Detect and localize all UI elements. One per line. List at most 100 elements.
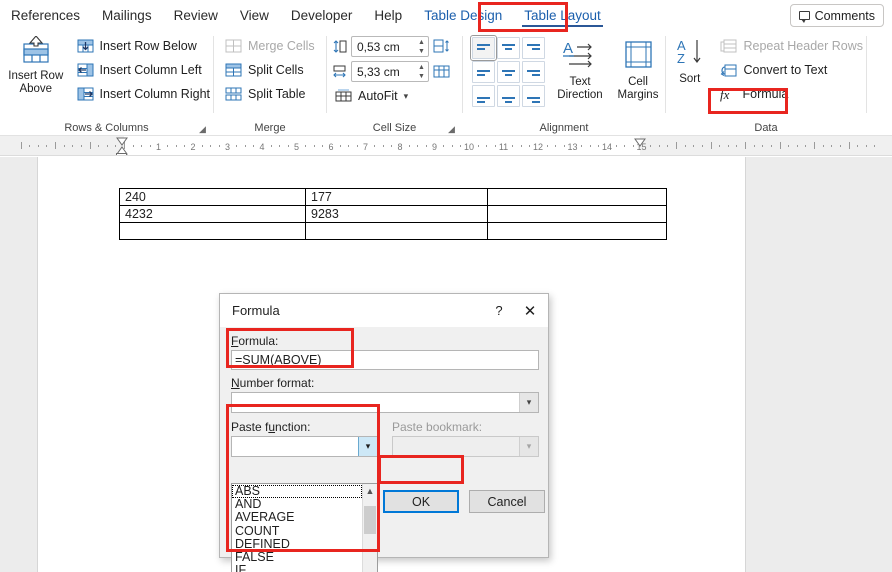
insert-column-left-button[interactable]: Insert Column Left	[74, 58, 213, 82]
distribute-columns-icon[interactable]	[433, 64, 450, 79]
distribute-rows-icon[interactable]	[433, 39, 450, 54]
ruler-minor-tick	[313, 145, 315, 147]
paste-function-chevron-down-icon[interactable]: ▾	[358, 437, 377, 456]
sort-button[interactable]: A Z Sort	[672, 34, 707, 86]
split-cells-label: Split Cells	[248, 63, 304, 77]
tab-table-design[interactable]: Table Design	[415, 4, 511, 27]
align-top-right-button[interactable]	[522, 37, 545, 59]
merge-cells-button: Merge Cells	[222, 34, 318, 58]
column-width-spin-up[interactable]: ▲	[418, 63, 425, 72]
ruler-tick-label: 2	[190, 142, 196, 152]
tab-help[interactable]: Help	[365, 4, 411, 27]
tab-view[interactable]: View	[231, 4, 278, 27]
table-cell[interactable]: 4232	[119, 205, 306, 223]
align-center-button[interactable]	[497, 61, 520, 83]
tab-table-layout[interactable]: Table Layout	[515, 4, 610, 27]
paste-function-label-pre: Paste f	[231, 420, 269, 434]
table-row[interactable]: 240 177	[119, 188, 667, 206]
align-center-left-button[interactable]	[472, 61, 495, 83]
insert-column-right-icon	[77, 87, 94, 102]
text-direction-button[interactable]: A Text Direction	[553, 37, 607, 103]
ok-button[interactable]: OK	[383, 490, 459, 513]
autofit-button[interactable]: AutoFit ▾	[332, 84, 450, 108]
paste-function-combo[interactable]: ▾	[231, 436, 378, 457]
row-height-spin-arrows[interactable]: ▲ ▼	[415, 37, 428, 56]
ruler-minor-tick	[477, 145, 479, 147]
ruler-minor-tick	[287, 145, 289, 147]
align-bottom-center-button[interactable]	[497, 85, 520, 107]
row-height-spinbox[interactable]: 0,53 cm ▲ ▼	[351, 36, 429, 57]
left-indent-marker[interactable]	[116, 153, 127, 155]
comment-bubble-icon	[798, 11, 810, 23]
cell-margins-button[interactable]: Cell Margins	[611, 37, 665, 103]
ruler-minor-tick	[37, 145, 39, 147]
close-icon[interactable]: ✕	[512, 302, 548, 320]
function-option[interactable]: IF	[232, 563, 362, 572]
number-format-combo[interactable]: ▾	[231, 392, 539, 413]
function-option[interactable]: AVERAGE	[232, 511, 362, 524]
split-cells-button[interactable]: Split Cells	[222, 58, 318, 82]
formula-dialog[interactable]: Formula ? ✕ Formula: =SUM(ABOVE) Number …	[219, 293, 549, 572]
dropdown-scrollbar[interactable]: ▲ ▼	[362, 484, 377, 572]
ruler-minor-tick	[348, 145, 350, 147]
tab-review[interactable]: Review	[165, 4, 227, 27]
table-cell[interactable]: 9283	[305, 205, 488, 223]
word-table[interactable]: 240 177 4232 9283	[119, 188, 667, 240]
table-cell[interactable]	[487, 205, 667, 223]
ruler-minor-tick	[822, 145, 824, 147]
insert-row-below-button[interactable]: Insert Row Below	[74, 34, 213, 58]
table-row[interactable]: 4232 9283	[119, 205, 667, 223]
row-height-spin-down[interactable]: ▼	[418, 47, 425, 56]
table-cell[interactable]: 240	[119, 188, 306, 206]
comments-button[interactable]: Comments	[789, 4, 884, 27]
column-width-spin-down[interactable]: ▼	[418, 72, 425, 81]
function-option[interactable]: FALSE	[232, 550, 362, 564]
insert-column-right-button[interactable]: Insert Column Right	[74, 82, 213, 106]
row-height-spin-up[interactable]: ▲	[418, 38, 425, 47]
ribbon-group-alignment: A Text Direction Cell Margins Alignment	[463, 31, 665, 136]
table-cell[interactable]	[119, 222, 306, 240]
column-width-spin-arrows[interactable]: ▲ ▼	[415, 62, 428, 81]
table-cell[interactable]: 177	[305, 188, 488, 206]
table-cell[interactable]	[487, 188, 667, 206]
tab-mailings[interactable]: Mailings	[93, 4, 161, 27]
paste-function-dropdown-list[interactable]: ABSANDAVERAGECOUNTDEFINEDFALSEIFINT ▲ ▼	[231, 483, 378, 572]
rows-columns-dialog-launcher[interactable]: ◢	[197, 124, 208, 135]
align-bottom-right-button[interactable]	[522, 85, 545, 107]
cancel-button[interactable]: Cancel	[469, 490, 545, 513]
ruler-minor-tick	[701, 145, 703, 147]
formula-button[interactable]: fx Formula	[717, 82, 866, 106]
split-table-button[interactable]: Split Table	[222, 82, 318, 106]
function-option-list[interactable]: ABSANDAVERAGECOUNTDEFINEDFALSEIFINT	[232, 484, 362, 572]
function-option[interactable]: DEFINED	[232, 537, 362, 551]
formula-input[interactable]: =SUM(ABOVE)	[231, 350, 539, 370]
first-line-indent-marker[interactable]	[116, 137, 128, 146]
column-width-spinbox[interactable]: 5,33 cm ▲ ▼	[351, 61, 429, 82]
horizontal-ruler[interactable]: 1 2 3 4 5 6 7 8 9 10 11 12 13 14 15	[0, 136, 892, 156]
align-top-center-button[interactable]	[497, 37, 520, 59]
ruler-minor-tick	[520, 145, 522, 147]
insert-row-above-button[interactable]: Insert Row Above	[8, 34, 64, 96]
formula-dialog-title-bar[interactable]: Formula ? ✕	[220, 294, 548, 327]
align-top-left-button[interactable]	[470, 35, 497, 61]
scroll-up-arrow-icon[interactable]: ▲	[363, 484, 377, 498]
autofit-chevron-down-icon[interactable]: ▾	[404, 91, 409, 102]
align-bottom-left-button[interactable]	[472, 85, 495, 107]
align-center-right-button[interactable]	[522, 61, 545, 83]
right-indent-marker[interactable]	[634, 137, 646, 149]
cell-size-dialog-launcher[interactable]: ◢	[446, 124, 457, 135]
tab-references[interactable]: References	[2, 4, 89, 27]
tab-developer[interactable]: Developer	[282, 4, 362, 27]
ruler-minor-tick	[382, 145, 384, 147]
ruler-minor-tick	[684, 145, 686, 147]
scrollbar-thumb[interactable]	[364, 506, 376, 534]
number-format-chevron-down-icon[interactable]: ▾	[519, 393, 538, 412]
convert-to-text-button[interactable]: Convert to Text	[717, 58, 866, 82]
table-cell[interactable]	[305, 222, 488, 240]
table-row[interactable]	[119, 222, 667, 240]
function-option[interactable]: COUNT	[232, 524, 362, 538]
ruler-minor-tick	[451, 145, 453, 147]
ruler-minor-tick	[581, 145, 583, 147]
help-icon[interactable]: ?	[486, 303, 512, 318]
table-cell[interactable]	[487, 222, 667, 240]
